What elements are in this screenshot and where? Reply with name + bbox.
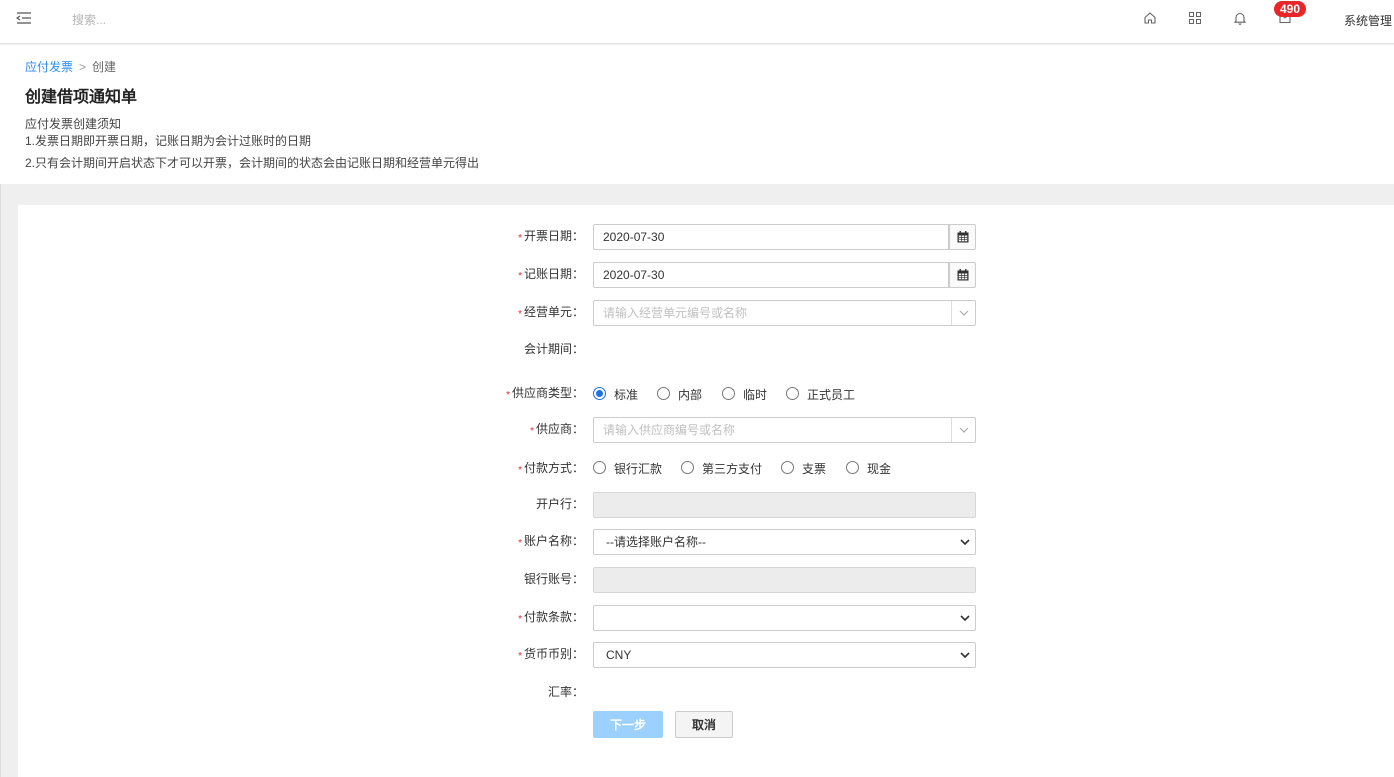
label-text: 货币币别： [523,647,584,661]
page-title: 创建借项通知单 [25,89,138,106]
notice-line-2: 2.只有会计期间开启状态下才可以开票，会计期间的状态会由记账日期和经营单元得出 [25,156,480,170]
select-value: --请选择账户名称-- [606,535,706,549]
breadcrumb-link-payable-invoice[interactable]: 应付发票 [25,60,73,74]
chevron-down-icon [960,615,970,622]
label-text: 经营单元： [523,305,584,319]
supplier-input[interactable] [594,418,975,442]
system-management-menu[interactable]: 系统管理 [1344,12,1392,29]
bell-icon[interactable] [1233,11,1247,25]
label-text: 付款条款： [523,610,584,624]
notification-badge: 490 [1274,1,1307,17]
radio-label: 银行汇款 [614,462,663,476]
grid-icon[interactable] [1188,11,1202,25]
chevron-down-icon [960,539,970,546]
payment-terms-label: * 付款条款： [518,608,584,625]
payment-method-label: * 付款方式： [518,459,584,476]
radio-icon [722,387,735,400]
radio-icon [786,387,799,400]
next-step-button[interactable]: 下一步 [593,711,663,738]
radio-icon [846,461,859,474]
breadcrumb-current: 创建 [92,60,117,74]
search-input[interactable] [62,9,282,31]
radio-icon [657,387,670,400]
radio-label: 支票 [802,462,827,476]
radio-label: 标准 [614,388,639,402]
required-mark: * [518,233,522,244]
radio-label: 内部 [678,388,703,402]
account-name-select[interactable]: --请选择账户名称-- [593,529,976,555]
label-text: 开票日期： [523,229,584,243]
account-name-label: * 账户名称： [518,532,584,549]
bank-account-field [593,567,976,593]
required-mark: * [518,465,522,476]
chevron-down-icon[interactable] [951,418,975,442]
radio-label: 现金 [867,462,892,476]
payment-terms-select[interactable] [593,605,976,631]
supplier-label: * 供应商： [530,420,584,437]
business-unit-label: * 经营单元： [518,303,584,320]
required-mark: * [518,309,522,320]
notice-heading: 应付发票创建须知 [25,117,122,131]
cancel-button[interactable]: 取消 [675,711,733,738]
required-mark: * [506,390,510,401]
menu-icon[interactable] [15,10,34,28]
label-text: 账户名称： [523,534,584,548]
required-mark: * [530,426,534,437]
bank-label: 开户行： [535,497,584,511]
select-value: CNY [606,648,632,662]
creation-notice: 应付发票创建须知 1.发票日期即开票日期，记账日期为会计过账时的日期 2.只有会… [25,116,479,172]
page-header: 应付发票 > 创建 创建借项通知单 应付发票创建须知 1.发票日期即开票日期，记账日… [0,45,1394,184]
calendar-icon [957,269,969,281]
required-mark: * [518,651,522,662]
radio-label: 临时 [743,388,768,402]
radio-icon [781,461,794,474]
supplier-combobox[interactable] [593,417,976,443]
radio-label: 第三方支付 [702,462,763,476]
breadcrumb-separator: > [79,60,87,74]
label-text: 付款方式： [523,461,584,475]
posting-date-calendar-button[interactable] [949,262,976,288]
chevron-down-icon [960,652,970,659]
accounting-period-label: 会计期间： [523,342,584,356]
bank-account-label: 银行账号： [523,572,584,586]
notice-line-1: 1.发票日期即开票日期，记账日期为会计过账时的日期 [25,134,312,148]
business-unit-input[interactable] [594,301,975,325]
radio-icon [593,461,606,474]
required-mark: * [518,271,522,282]
invoice-date-label: * 开票日期： [518,227,584,244]
required-mark: * [518,538,522,549]
form-card [18,205,1394,777]
bank-field [593,492,976,518]
radio-label: 正式员工 [807,388,856,402]
exchange-rate-label: 汇率： [547,685,584,699]
currency-label: * 货币币别： [518,645,584,662]
top-bar: 490 系统管理 [0,0,1394,44]
label-text: 记账日期： [523,267,584,281]
posting-date-label: * 记账日期： [518,265,584,282]
currency-select[interactable]: CNY [593,642,976,668]
invoice-date-input[interactable]: 2020-07-30 [593,224,949,250]
radio-selected-icon [593,387,606,400]
label-text: 供应商类型： [511,386,584,400]
breadcrumb: 应付发票 > 创建 [25,58,116,75]
label-text: 供应商： [535,422,584,436]
invoice-date-calendar-button[interactable] [949,224,976,250]
calendar-icon [957,231,969,243]
required-mark: * [518,614,522,625]
chevron-down-icon[interactable] [951,301,975,325]
radio-icon [681,461,694,474]
business-unit-combobox[interactable] [593,300,976,326]
posting-date-input[interactable]: 2020-07-30 [593,262,949,288]
supplier-type-label: * 供应商类型： [506,384,584,401]
home-icon[interactable] [1143,11,1157,25]
